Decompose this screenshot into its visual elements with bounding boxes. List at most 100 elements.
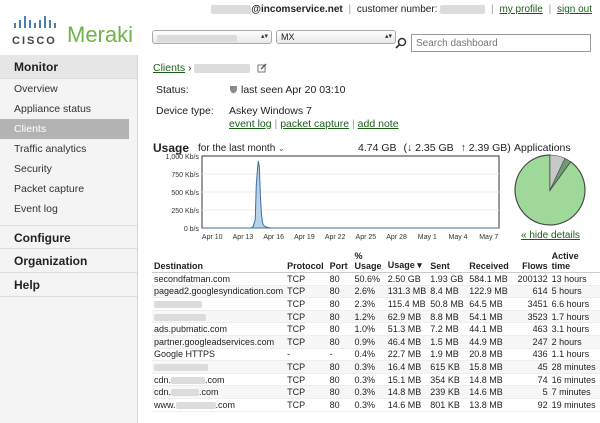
cell-protocol-text: TCP xyxy=(287,399,306,410)
cell-received: 14.6 MB xyxy=(467,385,514,399)
cell-usage: 15.1 MB xyxy=(385,373,429,387)
packet-capture-link[interactable]: packet capture xyxy=(280,118,349,130)
col-protocol[interactable]: Protocol xyxy=(285,250,328,273)
col-percent-usage[interactable]: % Usage xyxy=(352,250,386,273)
breadcrumb: Clients › xyxy=(153,62,267,74)
cell-usage: 131.3 MB xyxy=(385,285,429,299)
table-row[interactable]: TCP 80 2.3% 115.4 MB 50.8 MB 64.5 MB 3451 6.6 h… xyxy=(152,297,600,311)
cell-usage-text: 14.6 MB xyxy=(387,399,422,410)
cell-flows: 247 xyxy=(513,335,550,349)
cell-port: 80 xyxy=(327,335,353,349)
cell-protocol: - xyxy=(285,348,328,362)
nav-item-traffic-analytics[interactable]: Traffic analytics xyxy=(0,139,137,159)
cell-protocol: TCP xyxy=(285,373,328,387)
cell-protocol: TCP xyxy=(285,310,328,324)
col-flows[interactable]: Flows xyxy=(513,250,550,273)
x-tick-label: Apr 25 xyxy=(356,234,377,241)
table-row[interactable]: pagead2.googlesyndication.com TCP 80 2.6% 13… xyxy=(152,285,600,299)
cell-destination-text: cdn. xyxy=(154,387,172,398)
col-received[interactable]: Received xyxy=(467,250,514,273)
table-row[interactable]: Google HTTPS - - 0.4% 22.7 MB 1.9 MB 20.8 MB 43… xyxy=(152,348,600,362)
nav-monitor[interactable]: Monitor xyxy=(0,55,137,79)
cell-sent: 8.4 MB xyxy=(428,285,468,299)
cell-usage-text: 15.1 MB xyxy=(387,374,422,385)
device-type-value: Askey Windows 7 xyxy=(229,105,312,117)
event-log-link[interactable]: event log xyxy=(229,118,272,130)
cell-received: 13.8 MB xyxy=(467,398,514,412)
nav-item-appliance-status[interactable]: Appliance status xyxy=(0,99,137,119)
usage-chart: 1,000 Kb/s750 Kb/s500 Kb/s250 Kb/s0 b/sA… xyxy=(166,154,500,241)
nav-item-packet-capture[interactable]: Packet capture xyxy=(0,179,137,199)
cell-protocol: TCP xyxy=(285,385,328,399)
cell-port: 80 xyxy=(327,297,353,311)
cell-protocol-text: TCP xyxy=(287,387,306,398)
sign-out-link[interactable]: sign out xyxy=(557,4,592,15)
add-note-link[interactable]: add note xyxy=(358,118,399,130)
nav-item-overview[interactable]: Overview xyxy=(0,79,137,99)
col-active-time[interactable]: Active time xyxy=(549,250,600,273)
cell-active-time: 28 minutes xyxy=(549,360,600,374)
cell-destination xyxy=(152,297,286,311)
cell-percent-usage: 50.6% xyxy=(352,272,386,286)
nav-item-security[interactable]: Security xyxy=(0,159,137,179)
cell-flows: 200132 xyxy=(513,272,550,286)
cell-destination xyxy=(152,310,286,324)
nav-help[interactable]: Help xyxy=(0,273,137,297)
cell-percent-usage-text: 0.9% xyxy=(354,336,375,347)
table-row[interactable]: partner.googleadservices.com TCP 80 0.9% 46.… xyxy=(152,335,600,349)
organization-select[interactable]: ▴▾ xyxy=(152,30,272,44)
cell-usage: 51.3 MB xyxy=(385,322,429,336)
cell-sent: 239 KB xyxy=(428,385,468,399)
cell-port-text: 80 xyxy=(329,387,340,398)
breadcrumb-clients-link[interactable]: Clients xyxy=(153,62,185,74)
cisco-meraki-logo[interactable]: CISCO Meraki xyxy=(12,14,142,50)
cell-protocol-text: TCP xyxy=(287,324,306,335)
cell-flows: 92 xyxy=(513,398,550,412)
cell-protocol-text: TCP xyxy=(287,336,306,347)
cell-flows: 5 xyxy=(513,385,550,399)
cell-usage-text: 14.8 MB xyxy=(387,387,422,398)
nav-item-clients[interactable]: Clients xyxy=(0,119,129,139)
cell-percent-usage-text: 2.3% xyxy=(354,298,375,309)
nav-configure[interactable]: Configure xyxy=(0,225,137,249)
table-row[interactable]: cdn. .com TCP 80 0.3% 14.8 MB 239 KB 14.6 MB 5 7 … xyxy=(152,385,600,399)
cell-port: 80 xyxy=(327,310,353,324)
my-profile-link[interactable]: my profile xyxy=(499,4,542,15)
cell-destination xyxy=(152,360,286,374)
hide-details-link[interactable]: « hide details xyxy=(521,230,580,241)
cell-active-time-text: 19 minutes xyxy=(551,399,596,410)
cell-port-text: 80 xyxy=(329,361,340,372)
cell-active-time: 19 minutes xyxy=(549,398,600,412)
cell-percent-usage-text: 50.6% xyxy=(354,273,380,284)
cell-flows-text: 614 xyxy=(532,286,548,297)
nav-organization[interactable]: Organization xyxy=(0,249,137,273)
cell-received: 54.1 MB xyxy=(467,310,514,324)
col-usage[interactable]: Usage ▾ xyxy=(385,250,429,273)
col-port[interactable]: Port xyxy=(327,250,353,273)
search-input[interactable] xyxy=(411,34,591,52)
redacted-destination xyxy=(171,376,206,384)
cell-received-text: 14.6 MB xyxy=(469,387,503,398)
col-sent[interactable]: Sent xyxy=(428,250,468,273)
table-row[interactable]: www. .com TCP 80 0.3% 14.6 MB 801 KB 13.8 MB 92 1… xyxy=(152,398,600,412)
nav-item-event-log[interactable]: Event log xyxy=(0,199,137,219)
search-icon xyxy=(395,37,407,49)
network-select[interactable]: MX ▴▾ xyxy=(276,30,396,44)
table-row[interactable]: secondfatman.com TCP 80 50.6% 2.50 GB 1.93 GB… xyxy=(152,272,600,286)
col-destination[interactable]: Destination xyxy=(152,250,286,273)
table-row[interactable]: ads.pubmatic.com TCP 80 1.0% 51.3 MB 7.2 MB 44… xyxy=(152,322,600,336)
cell-sent-text: 8.4 MB xyxy=(430,286,459,297)
table-row[interactable]: TCP 80 1.2% 62.9 MB 8.8 MB 54.1 MB 3523 1.7 hou… xyxy=(152,310,600,324)
table-row[interactable]: cdn. .com TCP 80 0.3% 15.1 MB 354 KB 14.8 MB 74 1… xyxy=(152,373,600,387)
edit-icon[interactable] xyxy=(257,63,267,73)
cell-protocol-text: TCP xyxy=(287,311,306,322)
cell-destination: www. .com xyxy=(152,398,286,412)
cell-percent-usage-text: 1.2% xyxy=(354,311,375,322)
cell-received: 44.9 MB xyxy=(467,335,514,349)
cell-received: 15.8 MB xyxy=(467,360,514,374)
cell-percent-usage: 0.3% xyxy=(352,385,386,399)
table-row[interactable]: TCP 80 0.3% 16.4 MB 615 KB 15.8 MB 45 28 minute… xyxy=(152,360,600,374)
cell-percent-usage: 0.3% xyxy=(352,360,386,374)
cell-protocol-text: TCP xyxy=(287,361,306,372)
applications-pie-chart[interactable] xyxy=(512,152,588,228)
